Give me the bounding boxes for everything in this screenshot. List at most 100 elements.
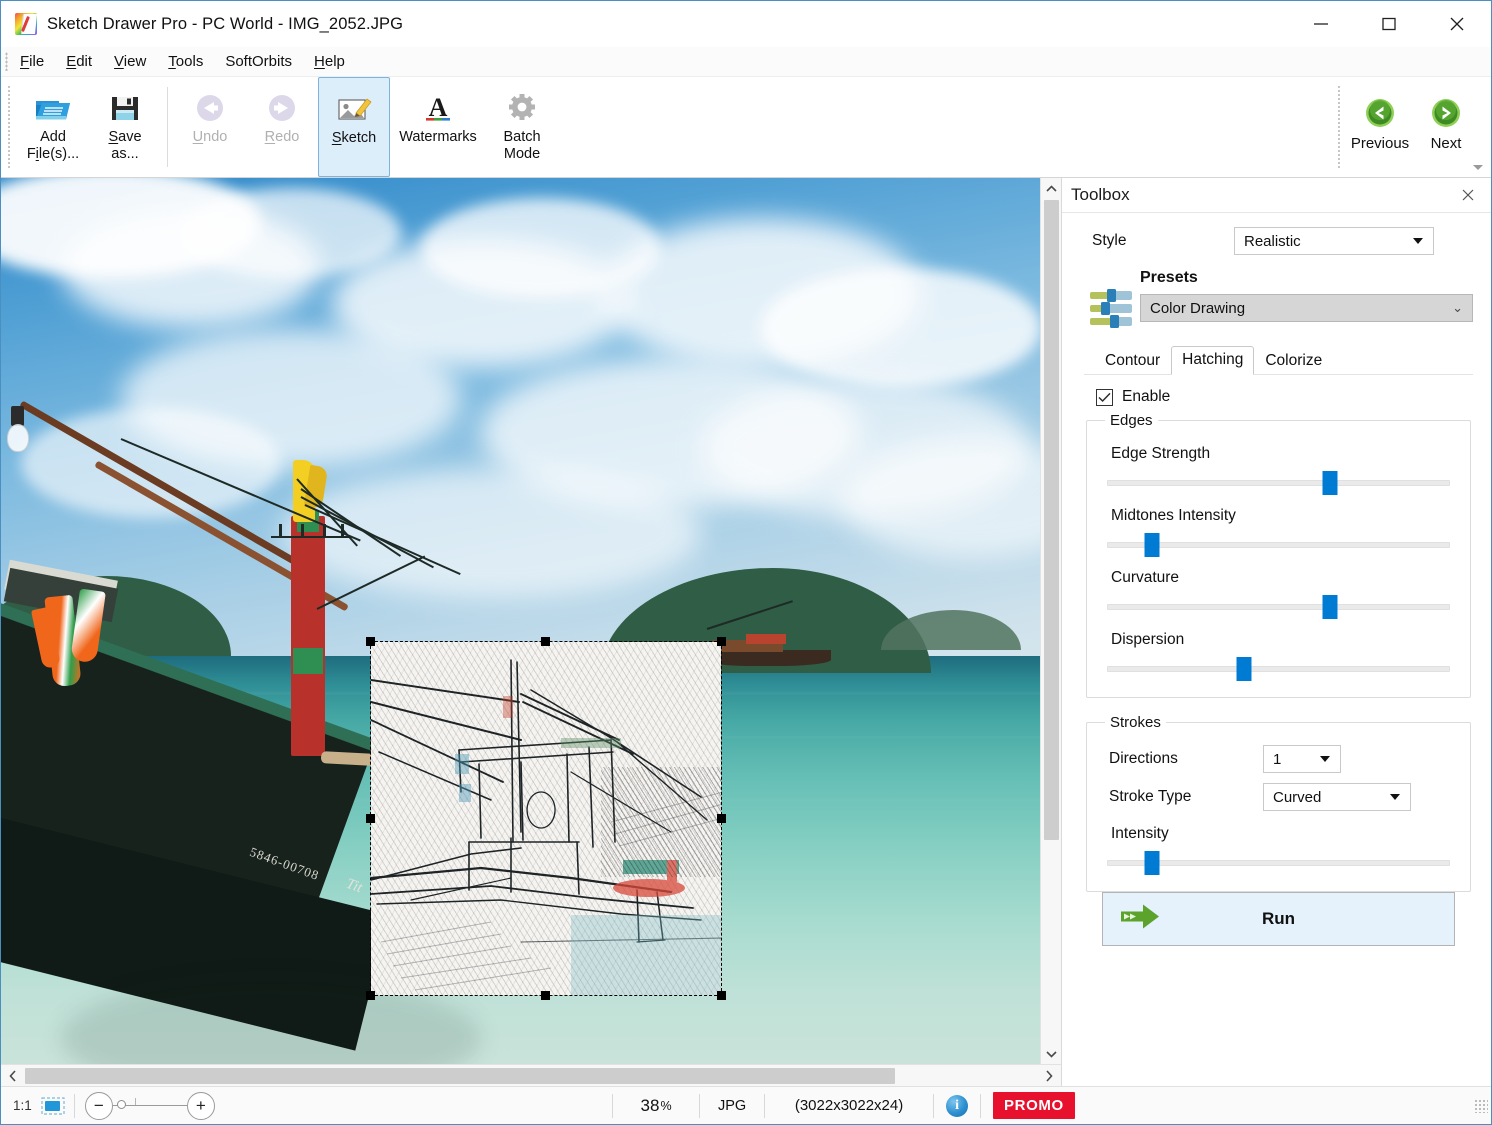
toolbar-grip[interactable] [7, 85, 11, 169]
image-canvas[interactable]: 5846-00708 Tit [1, 178, 1040, 1064]
curvature-slider[interactable] [1107, 595, 1450, 619]
horizontal-scroll-thumb[interactable] [25, 1068, 895, 1084]
vertical-scroll-track[interactable] [1041, 199, 1062, 1043]
toolbox-panel: Toolbox Style Realistic [1061, 178, 1491, 1086]
directions-dropdown[interactable]: 1 [1263, 745, 1341, 773]
menu-edit[interactable]: Edit [55, 50, 103, 73]
style-value: Realistic [1244, 233, 1413, 250]
directions-value: 1 [1273, 751, 1320, 768]
redo-button[interactable]: Redo [246, 77, 318, 177]
image-dimensions-cell: (3022x3022x24) [765, 1087, 933, 1124]
file-format-cell: JPG [700, 1087, 764, 1124]
promo-badge[interactable]: PROMO [993, 1092, 1075, 1119]
vertical-scroll-thumb[interactable] [1044, 200, 1059, 840]
slider-thumb[interactable] [1322, 471, 1337, 495]
stroke-type-row: Stroke Type Curved [1103, 783, 1454, 811]
stroke-type-dropdown[interactable]: Curved [1263, 783, 1411, 811]
sketch-pencil-icon [334, 88, 374, 130]
tab-colorize[interactable]: Colorize [1254, 347, 1333, 375]
selection-handle-nw[interactable] [366, 637, 375, 646]
menu-file[interactable]: FFileile [9, 50, 55, 73]
selection-handle-ne[interactable] [717, 637, 726, 646]
tab-hatching[interactable]: Hatching [1171, 346, 1254, 375]
sketch-preview [371, 642, 721, 995]
edge-strength-slider[interactable] [1107, 471, 1450, 495]
batch-mode-label-1: Batch [503, 129, 540, 146]
undo-label: Undo [193, 129, 228, 146]
selection-rectangle[interactable] [370, 641, 722, 996]
scroll-down-icon[interactable] [1041, 1043, 1062, 1064]
scroll-left-icon[interactable] [1, 1065, 25, 1087]
directions-row: Directions 1 [1103, 745, 1454, 773]
menu-view[interactable]: View [103, 50, 157, 73]
scroll-up-icon[interactable] [1041, 178, 1062, 199]
curvature-label: Curvature [1111, 569, 1454, 587]
presets-column: Presets Color Drawing ⌄ [1140, 269, 1473, 322]
previous-button[interactable]: Previous [1347, 77, 1413, 177]
strokes-legend: Strokes [1105, 714, 1166, 731]
selection-handle-s[interactable] [541, 991, 550, 1000]
selection-handle-se[interactable] [717, 991, 726, 1000]
minimize-icon[interactable] [1287, 1, 1355, 47]
maximize-icon[interactable] [1355, 1, 1423, 47]
selection-handle-n[interactable] [541, 637, 550, 646]
run-button[interactable]: Run [1102, 892, 1455, 946]
close-icon[interactable] [1455, 182, 1481, 208]
fit-to-window-icon[interactable] [40, 1097, 66, 1115]
dispersion-slider[interactable] [1107, 657, 1450, 681]
zoom-in-button[interactable]: + [187, 1092, 215, 1120]
enable-checkbox[interactable] [1096, 389, 1113, 406]
menu-tools[interactable]: Tools [157, 50, 214, 73]
zoom-out-button[interactable]: − [85, 1092, 113, 1120]
save-as-label-2: as... [111, 146, 138, 163]
slider-track[interactable] [1107, 604, 1450, 610]
enable-checkbox-row[interactable]: Enable [1096, 388, 1473, 406]
slider-track[interactable] [1107, 480, 1450, 486]
chevron-down-icon [1320, 756, 1330, 762]
sketch-button[interactable]: Sketch [318, 77, 390, 177]
undo-button[interactable]: Undo [174, 77, 246, 177]
midtones-intensity-slider[interactable] [1107, 533, 1450, 557]
batch-mode-button[interactable]: Batch Mode [486, 77, 558, 177]
menu-help[interactable]: Help [303, 50, 356, 73]
save-as-button[interactable]: Save as... [89, 77, 161, 177]
selection-handle-w[interactable] [366, 814, 375, 823]
previous-label: Previous [1351, 135, 1409, 152]
slider-thumb[interactable] [1144, 533, 1159, 557]
toolbox-header: Toolbox [1062, 178, 1491, 213]
toolbox-tabs: Contour Hatching Colorize [1084, 345, 1473, 375]
info-cell[interactable]: i [934, 1087, 980, 1124]
save-icon [108, 87, 142, 129]
presets-dropdown[interactable]: Color Drawing ⌄ [1140, 294, 1473, 322]
scroll-right-icon[interactable] [1037, 1065, 1061, 1087]
selection-handle-e[interactable] [717, 814, 726, 823]
selection-handle-sw[interactable] [366, 991, 375, 1000]
resize-grip-icon[interactable] [1474, 1099, 1488, 1113]
watermarks-button[interactable]: A Watermarks [390, 77, 486, 177]
promo-cell[interactable]: PROMO [981, 1087, 1087, 1124]
zoom-slider[interactable] [113, 1105, 187, 1106]
slider-thumb[interactable] [1322, 595, 1337, 619]
info-icon[interactable]: i [946, 1095, 968, 1117]
green-right-arrow-icon [1430, 91, 1462, 135]
add-files-label-2: File(s)... [27, 146, 79, 163]
chevron-down-icon: ⌄ [1452, 300, 1463, 316]
slider-thumb[interactable] [1144, 851, 1159, 875]
ribbon-expand-chevron-icon[interactable] [1465, 158, 1491, 176]
close-icon[interactable] [1423, 1, 1491, 47]
horizontal-scrollbar[interactable] [1, 1064, 1061, 1086]
midtones-intensity-label: Midtones Intensity [1111, 507, 1454, 525]
toolbar-separator-1 [167, 87, 168, 167]
menu-softorbits[interactable]: SoftOrbits [214, 50, 303, 73]
zoom-slider-knob[interactable] [117, 1100, 126, 1109]
slider-thumb[interactable] [1237, 657, 1252, 681]
style-dropdown[interactable]: Realistic [1234, 227, 1434, 255]
run-button-wrap: Run [1084, 892, 1473, 946]
vertical-scrollbar[interactable] [1040, 178, 1061, 1064]
tab-contour[interactable]: Contour [1094, 347, 1171, 375]
intensity-slider[interactable] [1107, 851, 1450, 875]
add-files-button[interactable]: Add File(s)... [17, 77, 89, 177]
slider-track[interactable] [1107, 666, 1450, 672]
horizontal-scroll-track[interactable] [25, 1065, 1037, 1087]
edges-legend: Edges [1105, 412, 1158, 429]
